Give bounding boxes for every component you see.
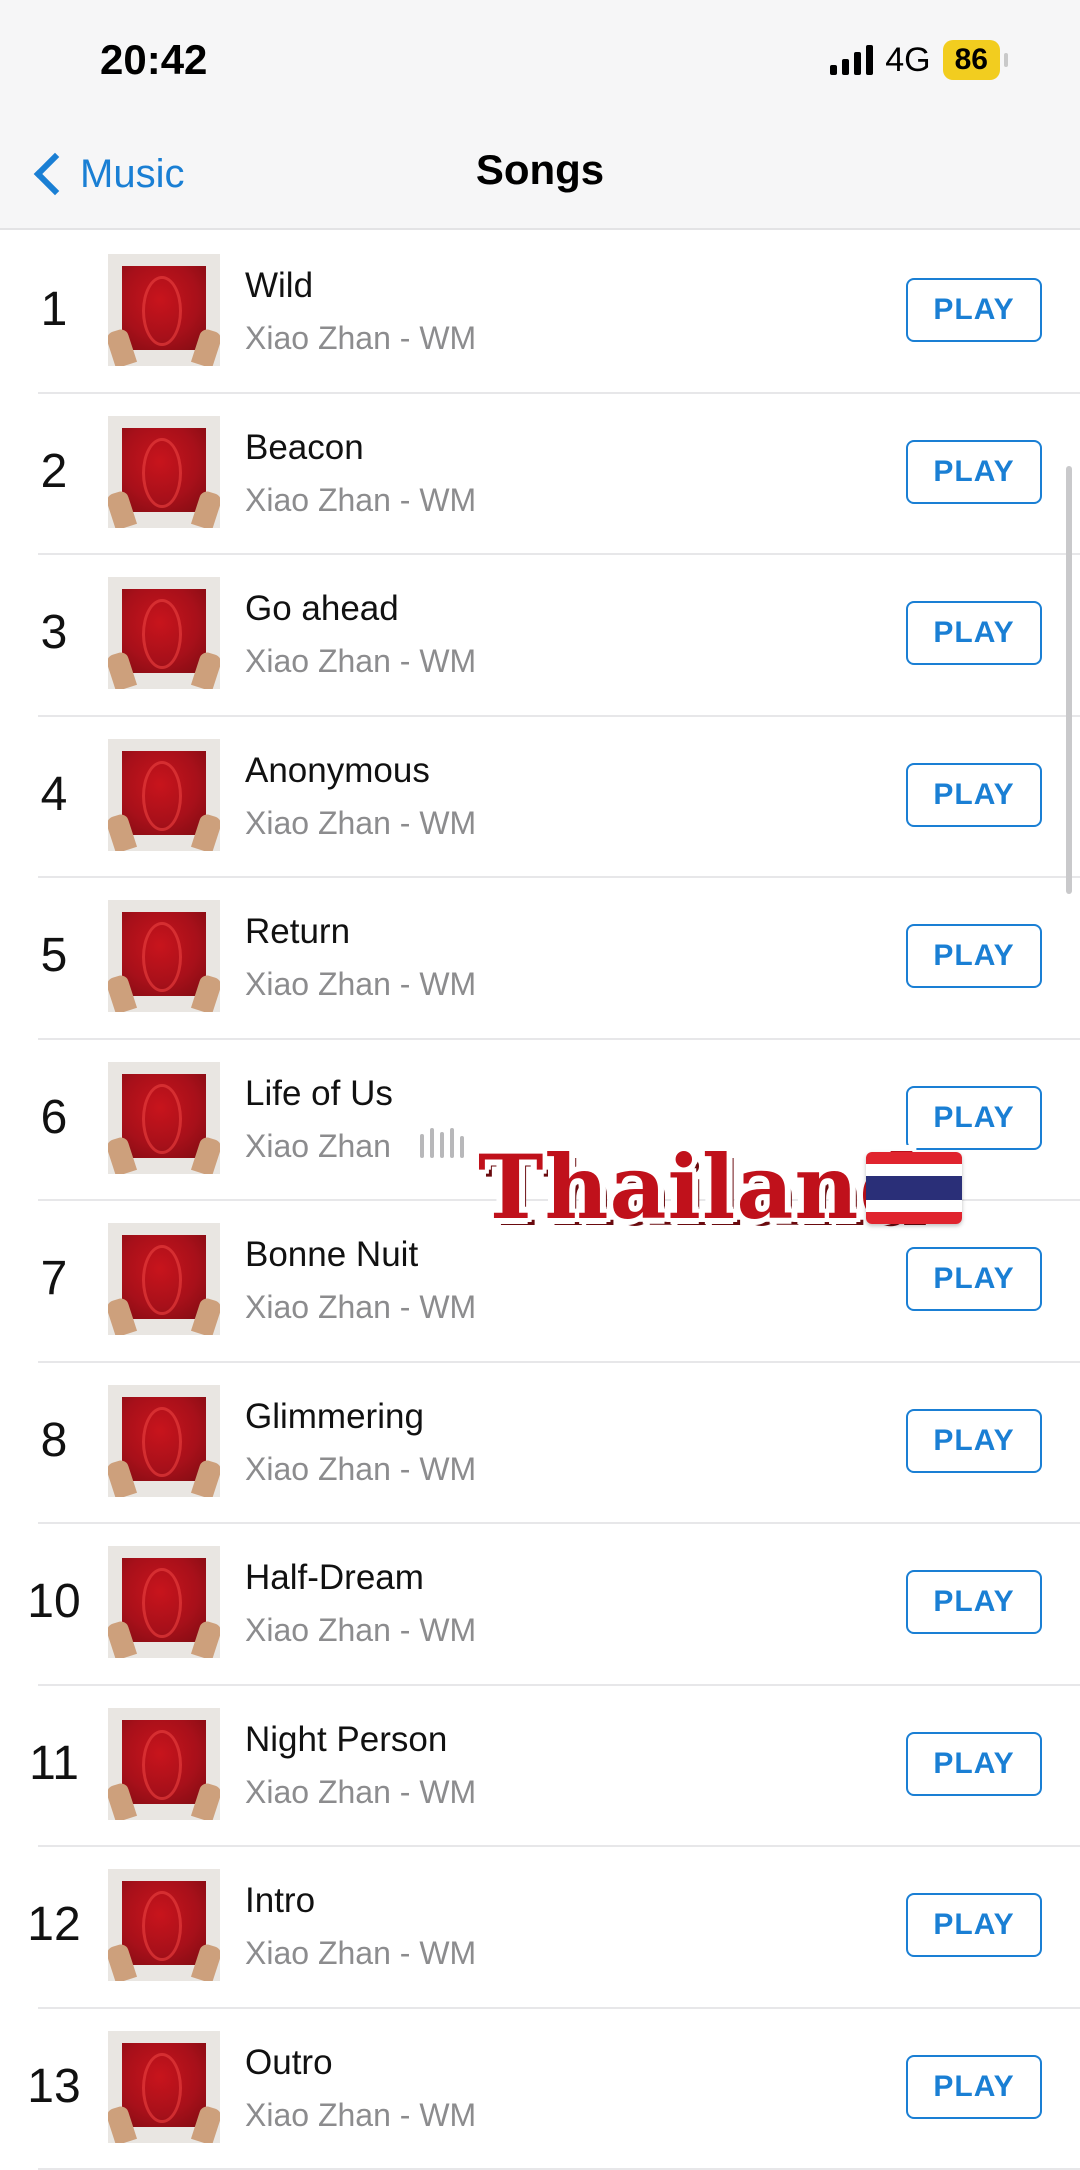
song-artist: Xiao Zhan - WM	[245, 1774, 476, 1811]
play-button[interactable]: PLAY	[906, 1086, 1042, 1150]
song-artist: Xiao Zhan - WM	[245, 643, 476, 680]
play-button[interactable]: PLAY	[906, 278, 1042, 342]
song-row[interactable]: 12 Intro Xiao Zhan - WM PLAY	[0, 1847, 1080, 2009]
song-rank: 12	[0, 1897, 108, 1952]
album-art	[108, 1708, 220, 1820]
song-artist: Xiao Zhan - WM	[245, 805, 476, 842]
song-rank: 4	[0, 767, 108, 822]
song-row[interactable]: 8 Glimmering Xiao Zhan - WM PLAY	[0, 1363, 1080, 1525]
play-button[interactable]: PLAY	[906, 1893, 1042, 1957]
song-title: Go ahead	[245, 589, 399, 629]
status-bar: 20:42 4G 86	[0, 0, 1080, 120]
song-rank: 7	[0, 1251, 108, 1306]
song-row[interactable]: 5 Return Xiao Zhan - WM PLAY	[0, 878, 1080, 1040]
song-title: Intro	[245, 1881, 315, 1921]
song-rank: 11	[0, 1736, 108, 1791]
song-title: Bonne Nuit	[245, 1235, 418, 1275]
song-artist: Xiao Zhan - WM	[245, 1451, 476, 1488]
song-artist: Xiao Zhan - WM	[245, 320, 476, 357]
play-button[interactable]: PLAY	[906, 601, 1042, 665]
song-rank: 13	[0, 2059, 108, 2114]
album-art	[108, 577, 220, 689]
play-button[interactable]: PLAY	[906, 763, 1042, 827]
song-title: Glimmering	[245, 1397, 424, 1437]
song-artist: Xiao Zhan - WM	[245, 1289, 476, 1326]
network-type: 4G	[885, 41, 930, 80]
song-rank: 10	[0, 1574, 108, 1629]
song-title: Half-Dream	[245, 1558, 424, 1598]
play-button[interactable]: PLAY	[906, 1732, 1042, 1796]
status-indicators: 4G 86	[830, 40, 1008, 80]
song-title: Anonymous	[245, 751, 430, 791]
song-row[interactable]: 11 Night Person Xiao Zhan - WM PLAY	[0, 1686, 1080, 1848]
album-art	[108, 254, 220, 366]
song-title: Outro	[245, 2043, 333, 2083]
song-rank: 3	[0, 605, 108, 660]
album-art	[108, 739, 220, 851]
song-title: Beacon	[245, 428, 364, 468]
song-title: Night Person	[245, 1720, 447, 1760]
signal-icon	[830, 45, 873, 75]
play-button[interactable]: PLAY	[906, 1247, 1042, 1311]
song-row[interactable]: 10 Half-Dream Xiao Zhan - WM PLAY	[0, 1524, 1080, 1686]
song-artist: Xiao Zhan - WM	[245, 1935, 476, 1972]
waveform-icon	[420, 1128, 464, 1158]
status-time: 20:42	[100, 36, 207, 84]
album-art	[108, 1385, 220, 1497]
song-rank: 1	[0, 282, 108, 337]
navigation-bar: Music Songs	[0, 120, 1080, 230]
song-title: Return	[245, 912, 350, 952]
song-rank: 2	[0, 444, 108, 499]
album-art	[108, 416, 220, 528]
play-button[interactable]: PLAY	[906, 1570, 1042, 1634]
song-artist: Xiao Zhan - WM	[245, 2097, 476, 2134]
battery-level: 86	[943, 40, 1000, 80]
song-rank: 8	[0, 1413, 108, 1468]
battery-icon	[1004, 53, 1008, 67]
album-art	[108, 900, 220, 1012]
scrollbar[interactable]	[1066, 466, 1072, 894]
overlay-caption: Thailand	[478, 1135, 922, 1239]
song-row[interactable]: 13 Outro Xiao Zhan - WM PLAY	[0, 2009, 1080, 2170]
play-button[interactable]: PLAY	[906, 440, 1042, 504]
song-rank: 6	[0, 1090, 108, 1145]
page-title: Songs	[0, 146, 1080, 194]
song-row[interactable]: 4 Anonymous Xiao Zhan - WM PLAY	[0, 717, 1080, 879]
album-art	[108, 1869, 220, 1981]
song-artist: Xiao Zhan - WM	[245, 1612, 476, 1649]
song-title: Wild	[245, 266, 313, 306]
play-button[interactable]: PLAY	[906, 1409, 1042, 1473]
song-title: Life of Us	[245, 1074, 393, 1114]
album-art	[108, 1223, 220, 1335]
song-rank: 5	[0, 928, 108, 983]
play-button[interactable]: PLAY	[906, 2055, 1042, 2119]
song-artist: Xiao Zhan - WM	[245, 482, 476, 519]
play-button[interactable]: PLAY	[906, 924, 1042, 988]
song-artist: Xiao Zhan	[245, 1128, 391, 1165]
song-row[interactable]: 1 Wild Xiao Zhan - WM PLAY	[0, 232, 1080, 394]
song-row[interactable]: 3 Go ahead Xiao Zhan - WM PLAY	[0, 555, 1080, 717]
song-artist: Xiao Zhan - WM	[245, 966, 476, 1003]
album-art	[108, 1062, 220, 1174]
album-art	[108, 2031, 220, 2143]
thailand-flag-icon	[866, 1152, 962, 1224]
album-art	[108, 1546, 220, 1658]
song-row[interactable]: 2 Beacon Xiao Zhan - WM PLAY	[0, 394, 1080, 556]
